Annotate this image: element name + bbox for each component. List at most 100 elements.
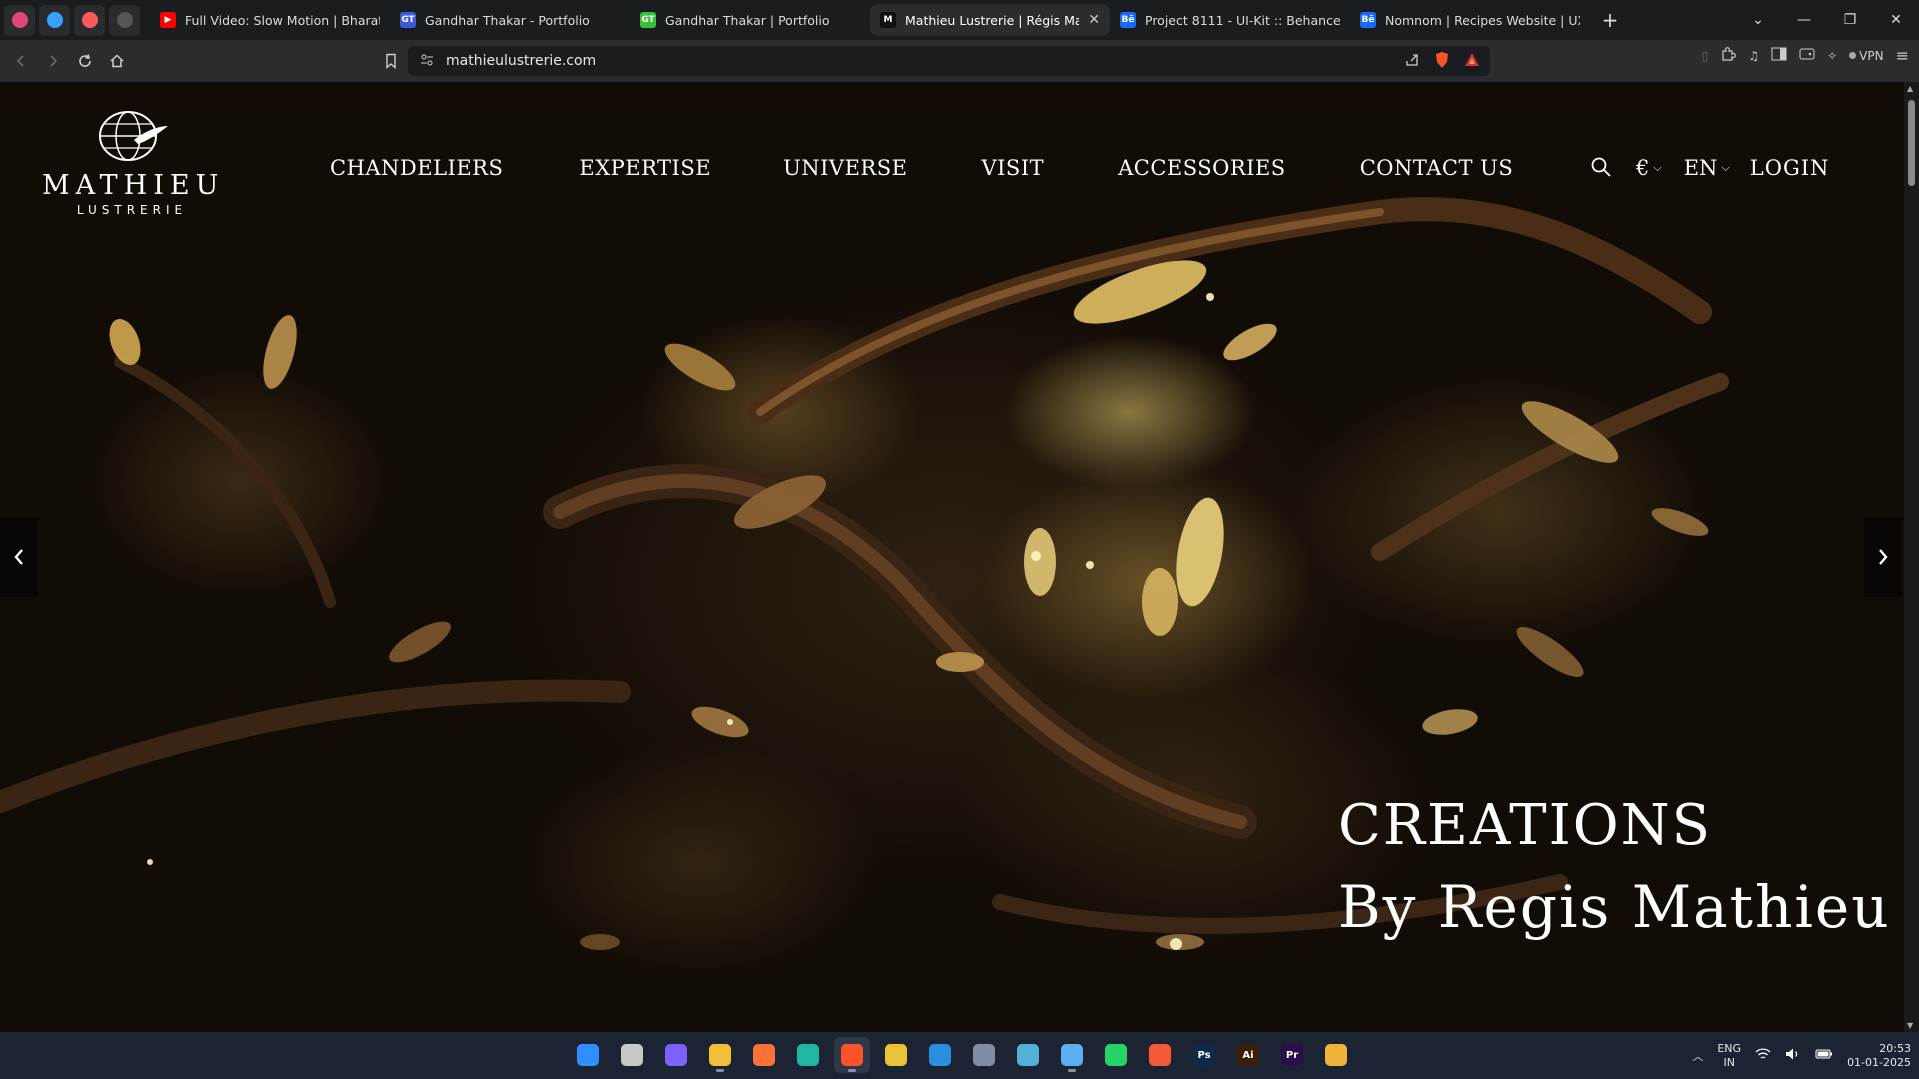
leo-ai-icon[interactable]: ✧ [1827, 49, 1837, 63]
taskbar-app[interactable] [1098, 1037, 1134, 1073]
carousel-prev-button[interactable] [0, 517, 38, 597]
window-controls: ⌄ — ❐ ✕ [1735, 0, 1919, 40]
whatsapp-icon [1105, 1044, 1127, 1066]
site-info-icon[interactable] [420, 52, 434, 71]
bookmark-button[interactable] [376, 46, 406, 76]
nav-chandeliers[interactable]: CHANDELIERS [330, 156, 503, 180]
task-view-icon [621, 1044, 643, 1066]
reader-mode-icon[interactable]: ▯ [1702, 49, 1709, 63]
browser-window: ▶ Full Video: Slow Motion | Bharat | Sa GT… [0, 0, 1919, 1079]
chevron-right-icon [1879, 549, 1888, 565]
media-icon[interactable]: ♫ [1748, 49, 1759, 63]
taskbar-app[interactable]: Pr [1274, 1037, 1310, 1073]
search-icon[interactable] [1590, 156, 1614, 180]
chevron-down-icon: ⌵ [1653, 161, 1662, 174]
restore-button[interactable]: ❐ [1827, 12, 1873, 28]
login-link[interactable]: LOGIN [1750, 156, 1830, 180]
chevron-left-icon [14, 549, 23, 565]
file-explorer-icon [709, 1044, 731, 1066]
taskbar-app[interactable] [834, 1037, 870, 1073]
nav-universe[interactable]: UNIVERSE [783, 156, 907, 180]
taskbar-app[interactable] [658, 1037, 694, 1073]
nav-accessories[interactable]: ACCESSORIES [1118, 156, 1286, 180]
address-bar[interactable]: mathieulustrerie.com [408, 46, 1490, 76]
wallet-icon[interactable] [1799, 47, 1815, 64]
tab[interactable]: Bē Project 8111 - UI-Kit :: Behance [1110, 4, 1350, 36]
nav-expertise[interactable]: EXPERTISE [579, 156, 711, 180]
taskbar-app[interactable] [702, 1037, 738, 1073]
wifi-icon[interactable] [1755, 1047, 1771, 1064]
taskbar-app[interactable]: Ai [1230, 1037, 1266, 1073]
language-selector[interactable]: EN ⌵ [1684, 156, 1730, 180]
scrollbar-thumb[interactable] [1908, 100, 1915, 186]
home-button[interactable] [102, 46, 132, 76]
scroll-up-icon[interactable]: ▲ [1907, 84, 1913, 93]
page-scrollbar[interactable]: ▲ ▼ [1904, 82, 1919, 1032]
tab-title: Full Video: Slow Motion | Bharat | Sa [185, 12, 380, 28]
taskbar-app[interactable] [1054, 1037, 1090, 1073]
hero-section: MATHIEU LUSTRERIE CHANDELIERS EXPERTISE … [0, 82, 1904, 1032]
taskbar-app[interactable] [790, 1037, 826, 1073]
taskbar-app[interactable] [746, 1037, 782, 1073]
wave-app-icon [46, 12, 63, 28]
tab[interactable]: GT Gandhar Thakar | Portfolio [630, 4, 870, 36]
taskbar-app[interactable]: Ps [1186, 1037, 1222, 1073]
pinned-tab[interactable] [109, 4, 140, 36]
taskbar-app[interactable] [966, 1037, 1002, 1073]
taskbar-app[interactable] [570, 1037, 606, 1073]
close-window-button[interactable]: ✕ [1873, 12, 1919, 28]
vscode-icon [929, 1044, 951, 1066]
tab-active[interactable]: M Mathieu Lustrerie | Régis Mathieu ✕ [870, 4, 1110, 36]
vpn-button[interactable]: VPN [1849, 49, 1884, 63]
hero-caption: CREATIONS By Regis Mathieu [1338, 798, 1891, 937]
taskbar-app[interactable] [1142, 1037, 1178, 1073]
menu-icon[interactable]: ≡ [1896, 46, 1909, 65]
pen-app-icon [116, 12, 133, 28]
volume-icon[interactable] [1785, 1047, 1801, 1064]
nav-contact-us[interactable]: CONTACT US [1360, 156, 1514, 180]
clock[interactable]: 20:53 01-01-2025 [1847, 1042, 1911, 1070]
brave-rewards-icon[interactable] [1464, 52, 1480, 72]
extensions-icon[interactable] [1720, 46, 1737, 65]
share-icon[interactable] [1404, 52, 1420, 72]
nav-visit[interactable]: VISIT [981, 156, 1044, 180]
currency-selector[interactable]: € ⌵ [1636, 156, 1662, 180]
show-hidden-icons-icon[interactable]: ︿ [1692, 1048, 1703, 1064]
main-navigation: CHANDELIERS EXPERTISE UNIVERSE VISIT ACC… [330, 156, 1513, 180]
vpn-status-icon [1849, 52, 1857, 59]
firefox-icon [753, 1044, 775, 1066]
minimize-button[interactable]: — [1781, 12, 1827, 28]
tab[interactable]: Bē Nomnom | Recipes Website | UX/UI [1350, 4, 1590, 36]
new-tab-button[interactable]: + [1596, 8, 1624, 32]
behance-icon: Bē [1360, 12, 1376, 28]
tab-title: Gandhar Thakar - Portfolio [425, 12, 590, 28]
sidebar-icon[interactable] [1771, 47, 1787, 64]
gt-logo-icon: GT [400, 12, 416, 28]
back-button[interactable] [6, 46, 36, 76]
logo-brand: MATHIEU [42, 170, 225, 201]
pinned-tab[interactable] [4, 4, 35, 36]
carousel-next-button[interactable] [1864, 517, 1902, 597]
tab-title: Project 8111 - UI-Kit :: Behance [1145, 12, 1340, 28]
tab[interactable]: ▶ Full Video: Slow Motion | Bharat | Sa [150, 4, 390, 36]
battery-icon[interactable] [1815, 1048, 1833, 1063]
forward-button[interactable] [38, 46, 68, 76]
tab[interactable]: GT Gandhar Thakar - Portfolio [390, 4, 630, 36]
brave-shields-icon[interactable] [1434, 51, 1450, 73]
scroll-down-icon[interactable]: ▼ [1907, 1021, 1913, 1030]
input-language[interactable]: ENG IN [1717, 1042, 1741, 1070]
pinned-tab[interactable] [74, 4, 105, 36]
taskbar-app[interactable] [1010, 1037, 1046, 1073]
tab-search-chevron-icon[interactable]: ⌄ [1735, 12, 1781, 28]
taskbar-app[interactable] [922, 1037, 958, 1073]
close-tab-icon[interactable]: ✕ [1088, 12, 1100, 28]
taskbar-app[interactable] [1318, 1037, 1354, 1073]
notepad-icon [1061, 1044, 1083, 1066]
taskbar-app[interactable] [878, 1037, 914, 1073]
taskbar-app[interactable] [614, 1037, 650, 1073]
site-logo[interactable]: MATHIEU LUSTRERIE [42, 110, 222, 217]
currency-value: € [1636, 156, 1650, 180]
reload-button[interactable] [70, 46, 100, 76]
dribbble-icon [11, 12, 28, 28]
pinned-tab[interactable] [39, 4, 70, 36]
